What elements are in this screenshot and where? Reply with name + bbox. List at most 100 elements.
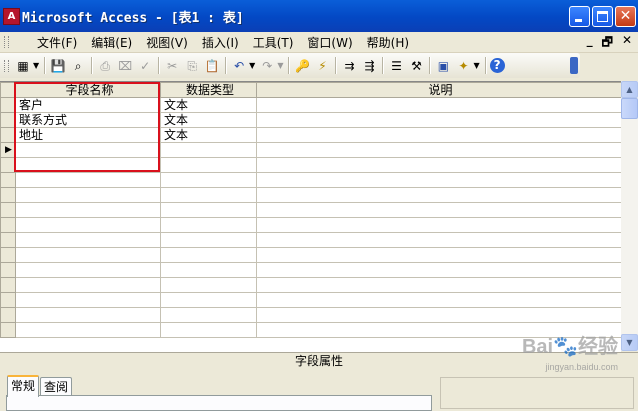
scroll-thumb[interactable]: [621, 98, 638, 119]
data-type-cell[interactable]: [160, 217, 257, 233]
data-type-cell[interactable]: [160, 202, 257, 218]
doc-restore-button[interactable]: 🗗: [602, 33, 613, 54]
maximize-button[interactable]: [592, 6, 613, 27]
description-cell[interactable]: [256, 232, 621, 248]
doc-minimize-button[interactable]: _: [587, 33, 593, 54]
row-selector-current[interactable]: ▶: [0, 142, 16, 158]
data-type-cell[interactable]: [160, 142, 257, 158]
description-cell[interactable]: [256, 112, 621, 128]
field-name-cell[interactable]: [15, 202, 161, 218]
access-app-icon[interactable]: A: [3, 7, 20, 25]
menu-edit[interactable]: 编辑(E): [84, 34, 139, 51]
row-selector[interactable]: [0, 277, 16, 293]
column-header-data-type[interactable]: 数据类型: [160, 82, 257, 98]
field-name-cell[interactable]: [15, 217, 161, 233]
toolbar-options-icon[interactable]: [570, 57, 578, 74]
copy-icon[interactable]: ⎘: [183, 57, 201, 75]
tab-general[interactable]: 常规: [7, 375, 40, 397]
data-type-cell[interactable]: [160, 322, 257, 338]
description-cell[interactable]: [256, 247, 621, 263]
row-selector[interactable]: [0, 307, 16, 323]
data-type-cell[interactable]: [160, 157, 257, 173]
data-type-cell[interactable]: 文本: [160, 97, 257, 113]
primary-key-icon[interactable]: 🔑: [293, 57, 311, 75]
description-cell[interactable]: [256, 97, 621, 113]
row-selector[interactable]: [0, 187, 16, 203]
row-selector[interactable]: [0, 217, 16, 233]
field-name-cell[interactable]: [15, 172, 161, 188]
properties-icon[interactable]: ☰: [387, 57, 405, 75]
menu-view[interactable]: 视图(V): [139, 34, 195, 51]
print-preview-icon[interactable]: ⌧: [116, 57, 134, 75]
row-selector[interactable]: [0, 172, 16, 188]
data-type-cell[interactable]: [160, 262, 257, 278]
redo-icon[interactable]: ↷: [258, 57, 276, 75]
data-type-cell[interactable]: [160, 172, 257, 188]
description-cell[interactable]: [256, 292, 621, 308]
menu-window[interactable]: 窗口(W): [300, 34, 359, 51]
undo-icon[interactable]: ↶: [230, 57, 248, 75]
field-name-cell[interactable]: [15, 292, 161, 308]
menu-grip-handle[interactable]: [4, 36, 9, 48]
data-type-cell[interactable]: 文本: [160, 127, 257, 143]
scroll-down-icon[interactable]: ▼: [621, 334, 638, 351]
field-name-cell[interactable]: [15, 322, 161, 338]
field-name-cell[interactable]: [15, 142, 161, 158]
menu-tools[interactable]: 工具(T): [246, 34, 301, 51]
vertical-scrollbar[interactable]: ▲ ▼: [621, 81, 638, 351]
row-selector-header[interactable]: [0, 82, 16, 98]
data-type-cell[interactable]: [160, 307, 257, 323]
data-type-cell[interactable]: [160, 247, 257, 263]
row-selector[interactable]: [0, 157, 16, 173]
row-selector[interactable]: [0, 292, 16, 308]
description-cell[interactable]: [256, 277, 621, 293]
description-cell[interactable]: [256, 187, 621, 203]
data-type-cell[interactable]: [160, 292, 257, 308]
field-name-cell[interactable]: 联系方式: [15, 112, 161, 128]
doc-close-button[interactable]: ✕: [622, 33, 632, 54]
new-object-icon[interactable]: ✦: [454, 57, 472, 75]
description-cell[interactable]: [256, 217, 621, 233]
description-cell[interactable]: [256, 172, 621, 188]
description-cell[interactable]: [256, 202, 621, 218]
indexes-icon[interactable]: ⚡: [313, 57, 331, 75]
field-name-cell[interactable]: [15, 232, 161, 248]
field-name-cell[interactable]: [15, 157, 161, 173]
build-icon[interactable]: ⚒: [407, 57, 425, 75]
field-name-cell[interactable]: 地址: [15, 127, 161, 143]
field-name-cell[interactable]: [15, 277, 161, 293]
search-icon[interactable]: ⌕: [69, 57, 87, 75]
field-name-cell[interactable]: [15, 262, 161, 278]
row-selector[interactable]: [0, 112, 16, 128]
description-cell[interactable]: [256, 142, 621, 158]
close-button[interactable]: ✕: [615, 6, 636, 27]
field-name-cell[interactable]: [15, 307, 161, 323]
scroll-up-icon[interactable]: ▲: [621, 81, 638, 98]
field-name-cell[interactable]: [15, 247, 161, 263]
toolbar-grip-handle[interactable]: [4, 59, 9, 72]
description-cell[interactable]: [256, 307, 621, 323]
field-name-cell[interactable]: [15, 187, 161, 203]
tab-lookup[interactable]: 查阅: [40, 377, 73, 396]
minimize-button[interactable]: [569, 6, 590, 27]
description-cell[interactable]: [256, 322, 621, 338]
data-type-cell[interactable]: [160, 232, 257, 248]
description-cell[interactable]: [256, 127, 621, 143]
view-dropdown-arrow-icon[interactable]: ▼: [33, 61, 39, 70]
spelling-icon[interactable]: ✓: [136, 57, 154, 75]
row-selector[interactable]: [0, 322, 16, 338]
column-header-field-name[interactable]: 字段名称: [15, 82, 161, 98]
data-type-cell[interactable]: 文本: [160, 112, 257, 128]
description-cell[interactable]: [256, 262, 621, 278]
paste-icon[interactable]: 📋: [203, 57, 221, 75]
print-icon[interactable]: ⎙: [96, 57, 114, 75]
save-icon[interactable]: 💾: [49, 57, 67, 75]
menu-help[interactable]: 帮助(H): [360, 34, 416, 51]
row-selector[interactable]: [0, 247, 16, 263]
row-selector[interactable]: [0, 262, 16, 278]
row-selector[interactable]: [0, 232, 16, 248]
data-type-cell[interactable]: [160, 277, 257, 293]
insert-rows-icon[interactable]: ⇉: [340, 57, 358, 75]
description-cell[interactable]: [256, 157, 621, 173]
row-selector[interactable]: [0, 97, 16, 113]
